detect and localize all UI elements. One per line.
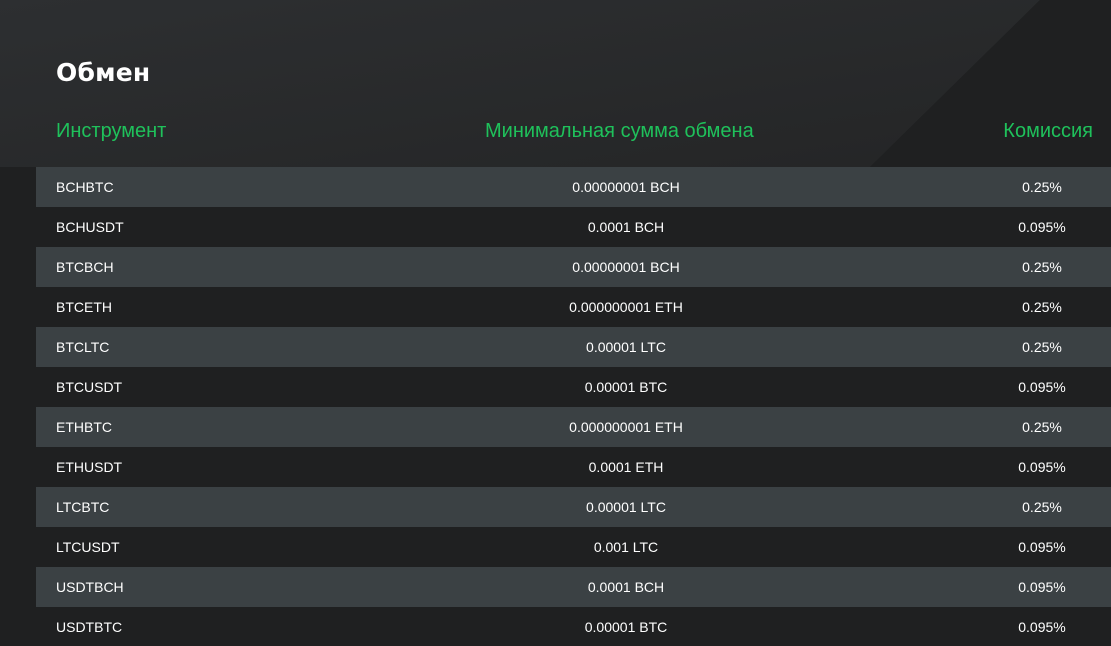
cell-instrument: LTCUSDT: [56, 539, 120, 555]
cell-instrument: BTCUSDT: [56, 379, 123, 395]
table-row: BTCLTC 0.00001 LTC 0.25%: [36, 327, 1111, 367]
cell-instrument: BCHUSDT: [56, 219, 124, 235]
table-row: BCHUSDT 0.0001 BCH 0.095%: [36, 207, 1111, 247]
table-row: BTCETH 0.000000001 ETH 0.25%: [36, 287, 1111, 327]
cell-instrument: ETHBTC: [56, 419, 112, 435]
cell-instrument: USDTBCH: [56, 579, 124, 595]
table-row: LTCBTC 0.00001 LTC 0.25%: [36, 487, 1111, 527]
table-header: Инструмент Минимальная сумма обмена Коми…: [36, 120, 1111, 152]
cell-min-amount: 0.00001 BTC: [584, 619, 668, 635]
cell-instrument: USDTBTC: [56, 619, 123, 635]
cell-fee: 0.095%: [1018, 619, 1066, 635]
table-row: ETHBTC 0.000000001 ETH 0.25%: [36, 407, 1111, 447]
table-row: USDTBTC 0.00001 BTC 0.095%: [36, 607, 1111, 646]
table-row: BTCUSDT 0.00001 BTC 0.095%: [36, 367, 1111, 407]
table-row: LTCUSDT 0.001 LTC 0.095%: [36, 527, 1111, 567]
cell-fee: 0.25%: [1022, 259, 1062, 275]
cell-instrument: BTCLTC: [56, 339, 110, 355]
cell-instrument: ETHUSDT: [56, 459, 123, 475]
cell-instrument: LTCBTC: [56, 499, 110, 515]
cell-min-amount: 0.0001 BCH: [587, 219, 665, 235]
exchange-page: Обмен Инструмент Минимальная сумма обмен…: [0, 0, 1111, 646]
cell-min-amount: 0.000000001 ETH: [569, 299, 683, 315]
cell-min-amount: 0.00001 LTC: [586, 499, 666, 515]
cell-fee: 0.25%: [1022, 419, 1062, 435]
cell-min-amount: 0.001 LTC: [593, 539, 659, 555]
cell-fee: 0.095%: [1018, 379, 1066, 395]
cell-fee: 0.095%: [1018, 219, 1066, 235]
cell-min-amount: 0.00000001 BCH: [572, 259, 680, 275]
cell-min-amount: 0.000000001 ETH: [569, 419, 683, 435]
cell-fee: 0.25%: [1022, 179, 1062, 195]
cell-fee: 0.095%: [1018, 459, 1066, 475]
table-row: BTCBCH 0.00000001 BCH 0.25%: [36, 247, 1111, 287]
exchange-table-body: BCHBTC 0.00000001 BCH 0.25% BCHUSDT 0.0001 B…: [36, 167, 1111, 646]
cell-min-amount: 0.00001 BTC: [584, 379, 668, 395]
cell-min-amount: 0.0001 BCH: [587, 579, 665, 595]
table-row: BCHBTC 0.00000001 BCH 0.25%: [36, 167, 1111, 207]
cell-instrument: BTCETH: [56, 299, 112, 315]
column-header-instrument[interactable]: Инструмент: [56, 120, 166, 143]
cell-min-amount: 0.00000001 BCH: [572, 179, 680, 195]
cell-fee: 0.095%: [1018, 579, 1066, 595]
table-row: ETHUSDT 0.0001 ETH 0.095%: [36, 447, 1111, 487]
cell-instrument: BCHBTC: [56, 179, 114, 195]
cell-min-amount: 0.00001 LTC: [586, 339, 666, 355]
column-header-fee[interactable]: Комиссия: [1003, 120, 1093, 143]
cell-instrument: BTCBCH: [56, 259, 114, 275]
cell-fee: 0.25%: [1022, 499, 1062, 515]
cell-fee: 0.25%: [1022, 339, 1062, 355]
cell-fee: 0.095%: [1018, 539, 1066, 555]
table-row: USDTBCH 0.0001 BCH 0.095%: [36, 567, 1111, 607]
page-title: Обмен: [56, 58, 151, 87]
cell-fee: 0.25%: [1022, 299, 1062, 315]
column-header-min-amount[interactable]: Минимальная сумма обмена: [485, 120, 754, 143]
cell-min-amount: 0.0001 ETH: [588, 459, 664, 475]
